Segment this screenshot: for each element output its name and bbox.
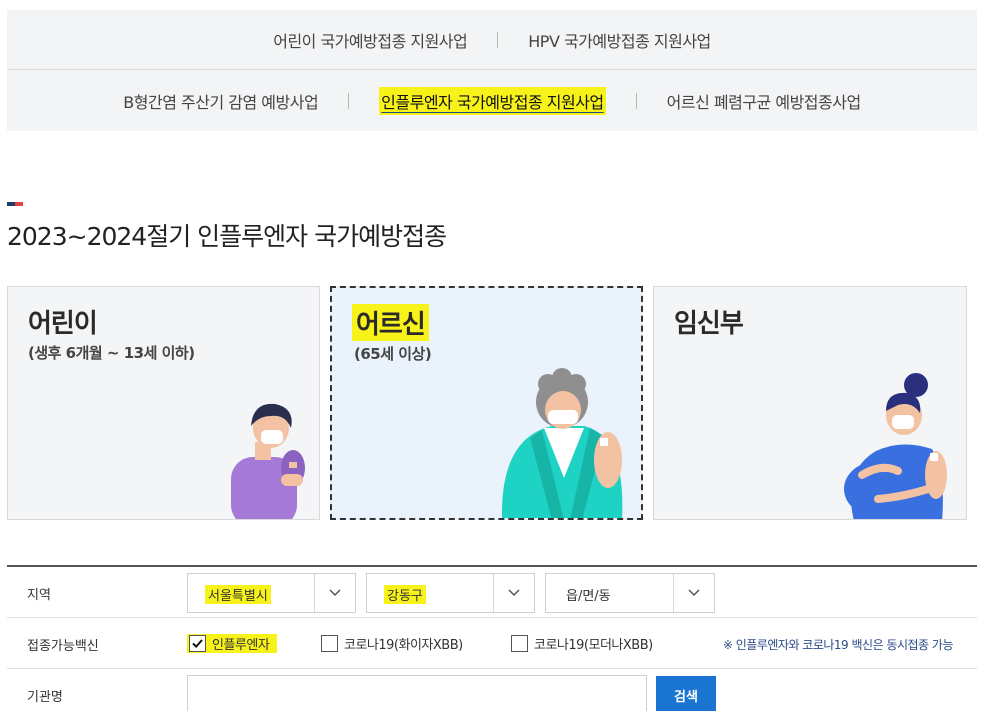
district-select[interactable]: 강동구	[366, 573, 535, 613]
chevron-down-icon	[688, 589, 700, 597]
checkbox-checked[interactable]	[189, 635, 206, 652]
card-subtitle: (생후 6개월 ~ 13세 이하)	[28, 344, 195, 362]
card-child[interactable]: 어린이 (생후 6개월 ~ 13세 이하)	[7, 286, 320, 520]
chevron-down-icon	[329, 589, 341, 597]
checkbox-label: 인플루엔자	[212, 638, 270, 653]
section-title: 2023~2024절기 인플루엔자 국가예방접종	[7, 222, 447, 251]
coadministration-note: ※ 인플루엔자와 코로나19 백신은 동시접종 가능	[722, 638, 954, 652]
tab-row-2: B형간염 주산기 감염 예방사업 인플루엔자 국가예방접종 지원사업 어르신 폐…	[7, 70, 977, 131]
tab-row-1: 어린이 국가예방접종 지원사업 HPV 국가예방접종 지원사업	[7, 10, 977, 70]
card-title: 어린이	[28, 309, 98, 339]
elderly-illustration	[502, 368, 623, 518]
region-label: 지역	[27, 588, 51, 603]
checkbox-label: 코로나19(모더나XBB)	[534, 638, 653, 653]
region-row: 지역 서울특별시 강동구 읍/면/동	[7, 567, 977, 618]
chevron-down-icon	[508, 589, 520, 597]
child-illustration	[231, 403, 305, 519]
tab-influenza[interactable]: 인플루엔자 국가예방접종 지원사업	[379, 86, 606, 115]
town-placeholder: 읍/면/동	[566, 589, 611, 604]
checkbox-unchecked[interactable]	[321, 635, 338, 652]
check-icon	[192, 639, 203, 649]
checkbox-label: 코로나19(화이자XBB)	[344, 638, 463, 653]
vaccine-checkbox-pfizer[interactable]: 코로나19(화이자XBB)	[321, 634, 463, 653]
org-label: 기관명	[27, 690, 63, 705]
city-value: 서울특별시	[205, 585, 271, 604]
card-elderly[interactable]: 어르신 (65세 이상)	[330, 286, 643, 520]
program-tab-nav: 어린이 국가예방접종 지원사업 HPV 국가예방접종 지원사업 B형간염 주산기…	[7, 10, 977, 131]
card-subtitle: (65세 이상)	[354, 345, 432, 363]
search-button[interactable]: 검색	[656, 676, 716, 711]
section-marker	[7, 202, 23, 206]
card-title: 어르신	[352, 304, 429, 341]
tab-separator	[635, 92, 637, 109]
search-form: 지역 서울특별시 강동구 읍/면/동 접종가능백신 인플루엔자 코로나19(화이…	[7, 565, 977, 711]
card-pregnant[interactable]: 임신부	[653, 286, 967, 520]
tab-separator	[348, 92, 350, 109]
checkbox-unchecked[interactable]	[511, 635, 528, 652]
town-select[interactable]: 읍/면/동	[545, 573, 715, 613]
org-name-input[interactable]	[187, 675, 647, 711]
vaccine-checkbox-moderna[interactable]: 코로나19(모더나XBB)	[511, 634, 653, 653]
vaccine-row: 접종가능백신 인플루엔자 코로나19(화이자XBB) 코로나19(모더나XBB)…	[7, 618, 977, 669]
tab-separator	[497, 31, 499, 48]
district-value: 강동구	[384, 585, 426, 604]
org-row: 기관명 검색	[7, 669, 977, 711]
tab-hpv-vaccination[interactable]: HPV 국가예방접종 지원사업	[528, 28, 711, 52]
pregnant-illustration	[844, 373, 947, 519]
card-title: 임신부	[674, 309, 744, 339]
tab-pneumococcal[interactable]: 어르신 폐렴구균 예방접종사업	[667, 89, 862, 113]
vaccine-label: 접종가능백신	[27, 639, 99, 654]
vaccine-checkbox-influenza[interactable]: 인플루엔자	[187, 634, 278, 653]
tab-child-vaccination[interactable]: 어린이 국가예방접종 지원사업	[273, 28, 468, 52]
city-select[interactable]: 서울특별시	[187, 573, 356, 613]
tab-hepatitis-b[interactable]: B형간염 주산기 감염 예방사업	[123, 89, 318, 113]
